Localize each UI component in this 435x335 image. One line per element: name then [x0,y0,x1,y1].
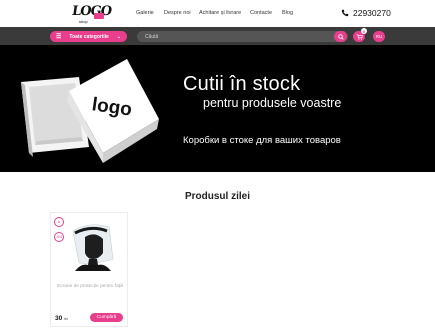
cart-button[interactable]: 0 [353,28,367,42]
section-heading: Produsul zilei [184,191,250,202]
top-header: LOGO shop Galerie Despre noi Achitare și… [0,0,435,27]
categories-label: Toate categoriile [69,33,109,40]
nav-item-despre-noi[interactable]: Despre noi [164,10,191,16]
nav-item-blog[interactable]: Blog [282,10,293,16]
box-illustration: logo [21,59,159,163]
phone-number: 22930270 [353,8,391,18]
logo-subtext: shop [79,19,88,24]
cart-count-badge: 0 [361,28,367,34]
nav-item-galerie[interactable]: Galerie [136,10,154,16]
banner-subtitle: pentru produsele voastre [203,96,342,110]
phone-contact[interactable]: 22930270 [341,8,391,18]
nav-item-contacte[interactable]: Contacte [250,10,272,16]
chevron-down-icon: ⌄ [116,33,121,40]
language-switch[interactable]: RU [373,31,385,42]
no-return-icon: ✕ [54,217,64,227]
phone-icon [341,9,349,17]
price-currency: lei [64,316,69,321]
logo-text: LOGO [70,4,112,19]
product-name[interactable]: Ecrane de protecție pentru față [55,284,125,290]
language-label: RU [375,34,383,39]
banner-title-ru: Коробки в стоке для ваших товаров [183,135,341,146]
buy-button[interactable]: Cumpără [90,313,123,322]
hero-banner[interactable]: logo Cutii în stock pentru produsele voa… [0,45,435,172]
categories-dropdown[interactable]: ☰ Toate categoriile ⌄ [50,31,127,42]
cart-icon [356,33,363,40]
product-image[interactable] [65,219,117,275]
banner-title: Cutii în stock [183,73,301,95]
product-price: 30 lei [55,315,68,322]
search-icon [337,33,344,40]
price-value: 30 [55,315,63,322]
sale-badge: -5% [54,232,64,242]
search-input[interactable]: Căută [137,31,348,42]
nav-item-achitare-livrare[interactable]: Achitare și livrare [199,10,241,16]
product-card[interactable]: ✕ -5% Ecrane de protecție pentru față 30… [50,212,128,327]
logo-accent [94,13,104,19]
search-placeholder: Căută [145,33,159,40]
menu-icon: ☰ [56,34,62,40]
search-button[interactable] [334,31,347,42]
site-logo[interactable]: LOGO shop [71,4,112,24]
search-bar: ☰ Toate categoriile ⌄ Căută 0 RU [0,27,435,45]
